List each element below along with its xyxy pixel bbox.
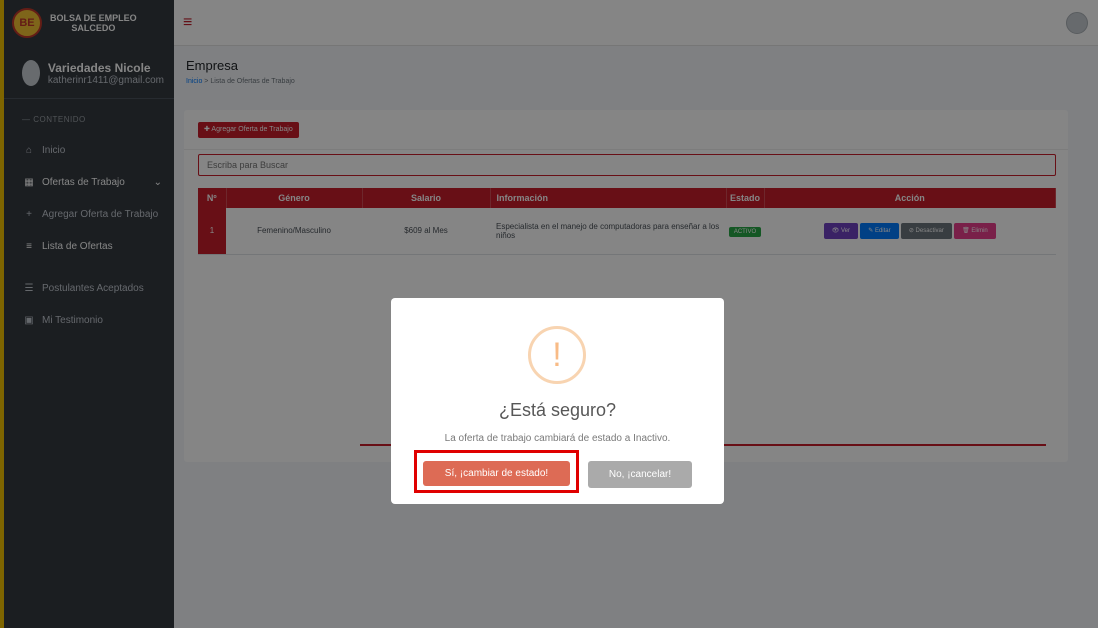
confirm-dialog: ! ¿Está seguro? La oferta de trabajo cam… xyxy=(391,298,724,504)
highlight-box: Sí, ¡cambiar de estado! xyxy=(414,450,579,493)
cancel-button[interactable]: No, ¡cancelar! xyxy=(588,461,692,488)
warning-icon: ! xyxy=(528,326,586,384)
dialog-title: ¿Está seguro? xyxy=(498,400,617,420)
confirm-button[interactable]: Sí, ¡cambiar de estado! xyxy=(423,461,570,486)
dialog-text: La oferta de trabajo cambiará de estado … xyxy=(444,433,671,444)
